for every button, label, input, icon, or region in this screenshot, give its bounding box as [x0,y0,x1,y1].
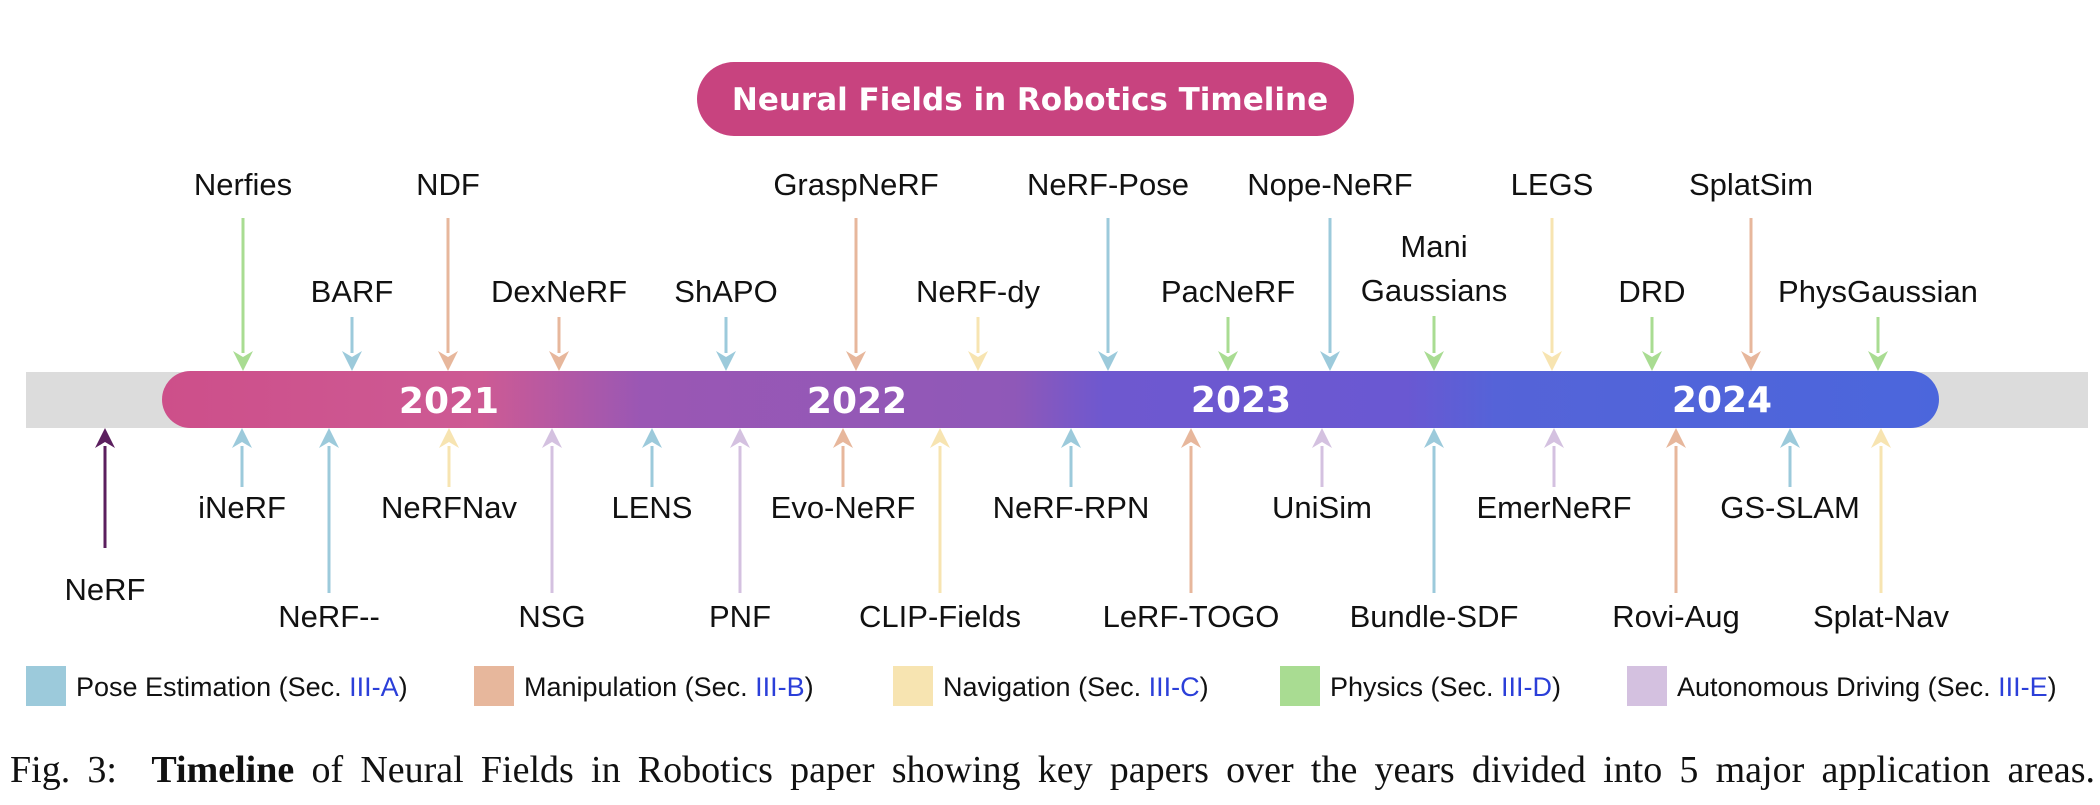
paper-graspnerf-label: GraspNeRF [773,167,938,202]
legend-navigation-swatch [893,666,933,706]
paper-shapo-arrow [716,317,736,371]
paper-lens-arrow [642,428,662,487]
paper-nerf-rpn-arrow [1061,428,1081,487]
paper-splatsim-arrow [1741,218,1761,371]
paper-splatsim-label: SplatSim [1689,167,1813,202]
paper-clip-fields-label: CLIP-Fields [859,599,1021,634]
legend-pose: Pose Estimation (Sec. III-A) [26,666,408,706]
caption-bold: Timeline [151,749,295,791]
paper-unisim-arrow [1312,428,1332,487]
paper-pnf-arrow [730,428,750,593]
paper-legs-arrow [1542,218,1562,371]
paper-lens-label: LENS [612,490,693,525]
paper-barf-label: BARF [311,274,394,309]
year-label-2023: 2023 [1191,380,1291,421]
legend-autonomous-swatch [1627,666,1667,706]
caption-text: of Neural Fields in Robotics paper showi… [311,749,2096,791]
paper-nerf-rpn-label: NeRF-RPN [993,490,1150,525]
paper-lerf-togo-label: LeRF-TOGO [1103,599,1280,634]
paper-mani-gaussians-label: Mani Gaussians [1361,229,1507,308]
paper-clip-fields-arrow [930,428,950,593]
legend-manipulation: Manipulation (Sec. III-B) [474,666,814,706]
legend-physics: Physics (Sec. III-D) [1280,666,1561,706]
legend-navigation: Navigation (Sec. III-C) [893,666,1209,706]
paper-inerf-label: iNeRF [198,490,286,525]
timeline-diagram: Neural Fields in Robotics Timeline 2021 … [26,62,2088,706]
paper-nerfnav-arrow [439,428,459,487]
legend-manipulation-label: Manipulation (Sec. III-B) [524,672,814,702]
paper-gs-slam-label: GS-SLAM [1720,490,1860,525]
paper-pacnerf-label: PacNeRF [1161,274,1295,309]
paper-ndf-label: NDF [416,167,480,202]
paper-emernerf-label: EmerNeRF [1476,490,1631,525]
paper-barf-arrow [342,317,362,371]
legend-navigation-label: Navigation (Sec. III-C) [943,672,1209,702]
paper-pacnerf-arrow [1218,317,1238,371]
paper-legs-label: LEGS [1511,167,1594,202]
timeline-title: Neural Fields in Robotics Timeline [732,82,1328,118]
year-label-2022: 2022 [807,381,907,422]
legend: Pose Estimation (Sec. III-A) Manipulation… [26,666,2057,706]
paper-nope-nerf-label: Nope-NeRF [1247,167,1412,202]
paper-inerf-arrow [232,428,252,487]
title-badge: Neural Fields in Robotics Timeline [697,62,1354,136]
year-label-2024: 2024 [1672,380,1772,421]
paper-unisim-label: UniSim [1272,490,1372,525]
paper-lerf-togo-arrow [1181,428,1201,593]
paper-nerf-arrow [319,428,339,593]
paper-rovi-aug-arrow [1666,428,1686,593]
paper-evo-nerf-arrow [833,428,853,487]
paper-evo-nerf-label: Evo-NeRF [771,490,916,525]
paper-nsg-arrow [542,428,562,593]
paper-nerfies-label: Nerfies [194,167,292,202]
paper-drd-label: DRD [1618,274,1685,309]
legend-physics-label: Physics (Sec. III-D) [1330,672,1561,702]
legend-manipulation-swatch [474,666,514,706]
paper-rovi-aug-label: Rovi-Aug [1612,599,1740,634]
paper-nerf-dy-arrow [968,317,988,371]
paper-bundle-sdf-label: Bundle-SDF [1350,599,1519,634]
legend-physics-swatch [1280,666,1320,706]
paper-nerf-pose-arrow [1098,218,1118,371]
paper-nerfies-arrow [233,218,253,371]
year-label-2021: 2021 [399,381,499,422]
paper-pnf-label: PNF [709,599,771,634]
legend-autonomous: Autonomous Driving (Sec. III-E) [1627,666,2057,706]
paper-gs-slam-arrow [1780,428,1800,487]
caption-prefix: Fig. 3: [10,749,117,791]
paper-physgaussian-label: PhysGaussian [1778,274,1978,309]
paper-ndf-arrow [438,218,458,371]
paper-bundle-sdf-arrow [1424,428,1444,593]
paper-physgaussian-arrow [1868,317,1888,371]
legend-autonomous-label: Autonomous Driving (Sec. III-E) [1677,672,2057,702]
figure-caption: Fig. 3: Timeline of Neural Fields in Rob… [10,748,2095,792]
paper-emernerf-arrow [1544,428,1564,487]
paper-graspnerf-arrow [846,218,866,371]
paper-shapo-label: ShAPO [674,274,777,309]
paper-nerf-label: NeRF [65,572,146,607]
paper-nerf-dy-label: NeRF-dy [916,274,1041,309]
legend-pose-swatch [26,666,66,706]
paper-nope-nerf-arrow [1320,218,1340,371]
paper-splat-nav-label: Splat-Nav [1813,599,1950,634]
paper-nerf-label: NeRF-- [278,599,380,634]
paper-nerf-arrow [95,428,115,548]
paper-nerfnav-label: NeRFNav [381,490,518,525]
paper-nsg-label: NSG [518,599,585,634]
paper-drd-arrow [1642,317,1662,371]
paper-splat-nav-arrow [1871,428,1891,593]
paper-nerf-pose-label: NeRF-Pose [1027,167,1189,202]
paper-dexnerf-arrow [549,317,569,371]
legend-pose-label: Pose Estimation (Sec. III-A) [76,672,408,702]
paper-dexnerf-label: DexNeRF [491,274,627,309]
paper-mani-gaussians-arrow [1424,316,1444,371]
